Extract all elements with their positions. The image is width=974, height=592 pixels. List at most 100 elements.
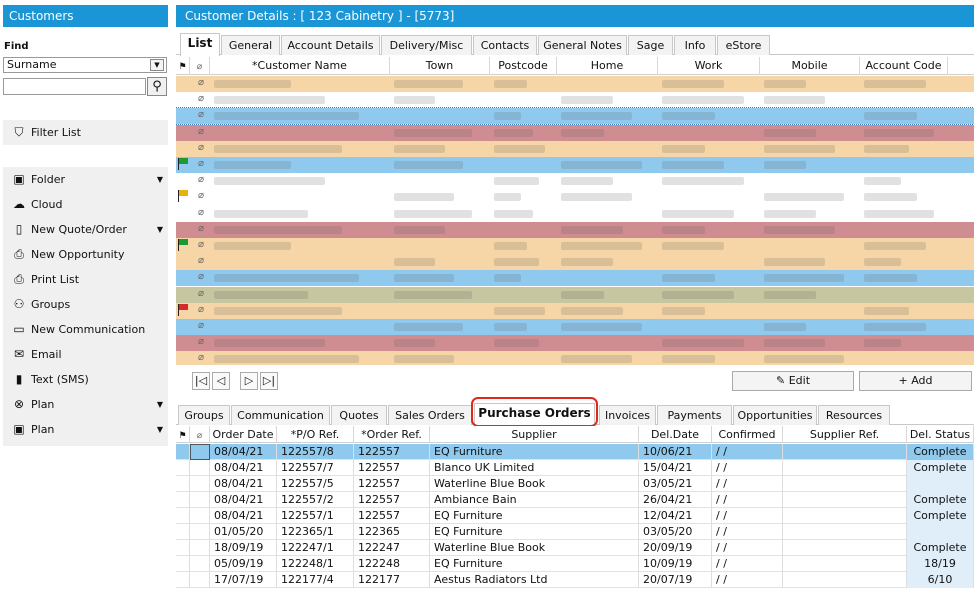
attachment-column-header[interactable]: ⌀ <box>190 426 210 443</box>
sidebar-item-email[interactable]: ✉ Email <box>3 342 168 367</box>
column-header-home[interactable]: Home <box>557 57 658 75</box>
chevron-down-icon: ▼ <box>156 400 163 409</box>
chevron-left-icon: ◁ <box>216 374 226 387</box>
chevron-down-icon[interactable]: ▼ <box>150 59 164 71</box>
attachment-column-header[interactable]: ⌀ <box>190 57 210 75</box>
paperclip-icon: ⌀ <box>198 125 205 137</box>
tab-estore[interactable]: eStore <box>717 35 770 55</box>
table-row[interactable]: ⌀ <box>176 205 974 222</box>
sidebar-item-text-sms[interactable]: ▮ Text (SMS) <box>3 367 168 392</box>
sidebar-item-cloud[interactable]: ☁ Cloud <box>3 192 168 217</box>
search-input[interactable] <box>3 78 146 95</box>
tab-account-details[interactable]: Account Details <box>281 35 380 55</box>
table-row[interactable]: ⌀ <box>176 335 974 352</box>
tab-opportunities[interactable]: Opportunities <box>733 405 817 425</box>
folder-icon: ▣ <box>13 172 25 186</box>
column-header-supplier-ref[interactable]: Supplier Ref. <box>783 426 907 443</box>
column-header-order-date[interactable]: Order Date <box>210 426 277 443</box>
tab-info[interactable]: Info <box>674 35 716 55</box>
table-row[interactable]: 18/09/19 122247/1 122247 Waterline Blue Boo… <box>176 540 974 556</box>
search-icon: ⚲ <box>152 79 162 94</box>
tab-general-notes[interactable]: General Notes <box>538 35 627 55</box>
column-header-postcode[interactable]: Postcode <box>490 57 557 75</box>
last-page-button[interactable]: ▷| <box>260 372 278 390</box>
tab-groups[interactable]: Groups <box>178 405 230 425</box>
column-header-del-date[interactable]: Del.Date <box>639 426 712 443</box>
tab-communication[interactable]: Communication <box>231 405 330 425</box>
tab-general[interactable]: General <box>221 35 280 55</box>
cell-del: 10/09/19 <box>639 556 712 572</box>
search-button[interactable]: ⚲ <box>147 77 167 96</box>
tab-invoices[interactable]: Invoices <box>599 405 656 425</box>
table-row[interactable]: ⌀ <box>176 286 974 303</box>
tab-list[interactable]: List <box>180 33 220 56</box>
next-page-button[interactable]: ▷ <box>240 372 258 390</box>
table-row[interactable]: ⌀ <box>176 319 974 335</box>
table-row[interactable]: ⌀ <box>176 173 974 190</box>
table-row[interactable]: ⌀ <box>176 254 974 271</box>
tab-sage[interactable]: Sage <box>628 35 673 55</box>
column-header-customer-name[interactable]: *Customer Name <box>210 57 390 75</box>
flag-column-header[interactable]: ⚑ <box>176 426 190 443</box>
sidebar-item-new-communication[interactable]: ▭ New Communication <box>3 317 168 342</box>
column-header-work[interactable]: Work <box>658 57 760 75</box>
add-button[interactable]: + Add <box>859 371 972 391</box>
table-row[interactable]: ⌀ <box>176 124 974 141</box>
table-row[interactable]: 05/09/19 122248/1 122248 EQ Furniture 10/09/… <box>176 556 974 572</box>
column-header-del-status[interactable]: Del. Status <box>907 426 974 443</box>
table-row[interactable]: ⌀ <box>176 351 974 365</box>
sidebar-item-print-list[interactable]: ⎙ Print List <box>3 267 168 292</box>
table-row[interactable]: 08/04/21 122557/5 122557 Waterline Blue Boo… <box>176 476 974 492</box>
table-row[interactable]: ⌀ <box>176 107 974 126</box>
find-field-select[interactable]: Surname ▼ <box>3 57 167 73</box>
attachment-cell <box>190 508 210 524</box>
edit-button[interactable]: ✎ Edit <box>732 371 854 391</box>
cell-order: 122557 <box>354 460 430 476</box>
table-row[interactable]: 08/04/21 122557/7 122557 Blanco UK Limited 1… <box>176 460 974 476</box>
tab-contacts[interactable]: Contacts <box>473 35 537 55</box>
table-row[interactable]: 08/04/21 122557/8 122557 EQ Furniture 10/06/… <box>176 444 974 460</box>
table-row[interactable]: ⌀ <box>176 92 974 109</box>
redacted-cell <box>764 258 825 267</box>
sidebar-item-plan[interactable]: ⊗ Plan ▼ <box>3 392 168 417</box>
table-row[interactable]: ⌀ <box>176 189 974 206</box>
column-header-account-code[interactable]: Account Code <box>860 57 948 75</box>
flag-column-header[interactable]: ⚑ <box>176 57 190 75</box>
sidebar-item-groups[interactable]: ⚇ Groups <box>3 292 168 317</box>
redacted-cell <box>214 112 359 121</box>
table-row[interactable]: 08/04/21 122557/2 122557 Ambiance Bain 26/04… <box>176 492 974 508</box>
sidebar-item-folder[interactable]: ▣ Folder ▼ <box>3 167 168 192</box>
previous-page-button[interactable]: ◁ <box>212 372 230 390</box>
column-header-supplier[interactable]: Supplier <box>430 426 639 443</box>
table-row[interactable]: ⌀ <box>176 238 974 254</box>
tab-purchase-orders[interactable]: Purchase Orders <box>474 403 595 426</box>
table-row[interactable]: 08/04/21 122557/1 122557 EQ Furniture 12/04/… <box>176 508 974 524</box>
sidebar-item-new-opportunity[interactable]: ⎙ New Opportunity <box>3 242 168 267</box>
column-header-confirmed[interactable]: Confirmed <box>712 426 783 443</box>
redacted-cell <box>662 96 744 105</box>
sidebar-item-plan-word[interactable]: ▣ Plan ▼ <box>3 417 168 442</box>
table-row[interactable]: ⌀ <box>176 270 974 287</box>
table-row[interactable]: ⌀ <box>176 157 974 173</box>
column-header-town[interactable]: Town <box>390 57 490 75</box>
table-row[interactable]: ⌀ <box>176 140 974 157</box>
column-header-po-ref[interactable]: *P/O Ref. <box>277 426 354 443</box>
tab-sales-orders[interactable]: Sales Orders <box>388 405 472 425</box>
table-row[interactable]: ⌀ <box>176 302 974 319</box>
column-header-order-ref[interactable]: *Order Ref. <box>354 426 430 443</box>
cell-order: 122177 <box>354 572 430 588</box>
chevron-down-icon: ▼ <box>156 225 163 234</box>
tab-delivery-misc[interactable]: Delivery/Misc <box>381 35 472 55</box>
table-row[interactable]: ⌀ <box>176 221 974 238</box>
first-page-button[interactable]: |◁ <box>192 372 210 390</box>
table-row[interactable]: 01/05/20 122365/1 122365 EQ Furniture 03/05/… <box>176 524 974 540</box>
table-row[interactable]: 17/07/19 122177/4 122177 Aestus Radiators L… <box>176 572 974 588</box>
table-row[interactable]: ⌀ <box>176 76 974 92</box>
tab-payments[interactable]: Payments <box>657 405 732 425</box>
filter-list-button[interactable]: ⛉ Filter List <box>3 120 168 145</box>
tab-resources[interactable]: Resources <box>818 405 890 425</box>
tab-quotes[interactable]: Quotes <box>331 405 387 425</box>
redacted-cell <box>394 339 435 348</box>
column-header-mobile[interactable]: Mobile <box>760 57 860 75</box>
sidebar-item-new-quote-order[interactable]: ▯ New Quote/Order ▼ <box>3 217 168 242</box>
